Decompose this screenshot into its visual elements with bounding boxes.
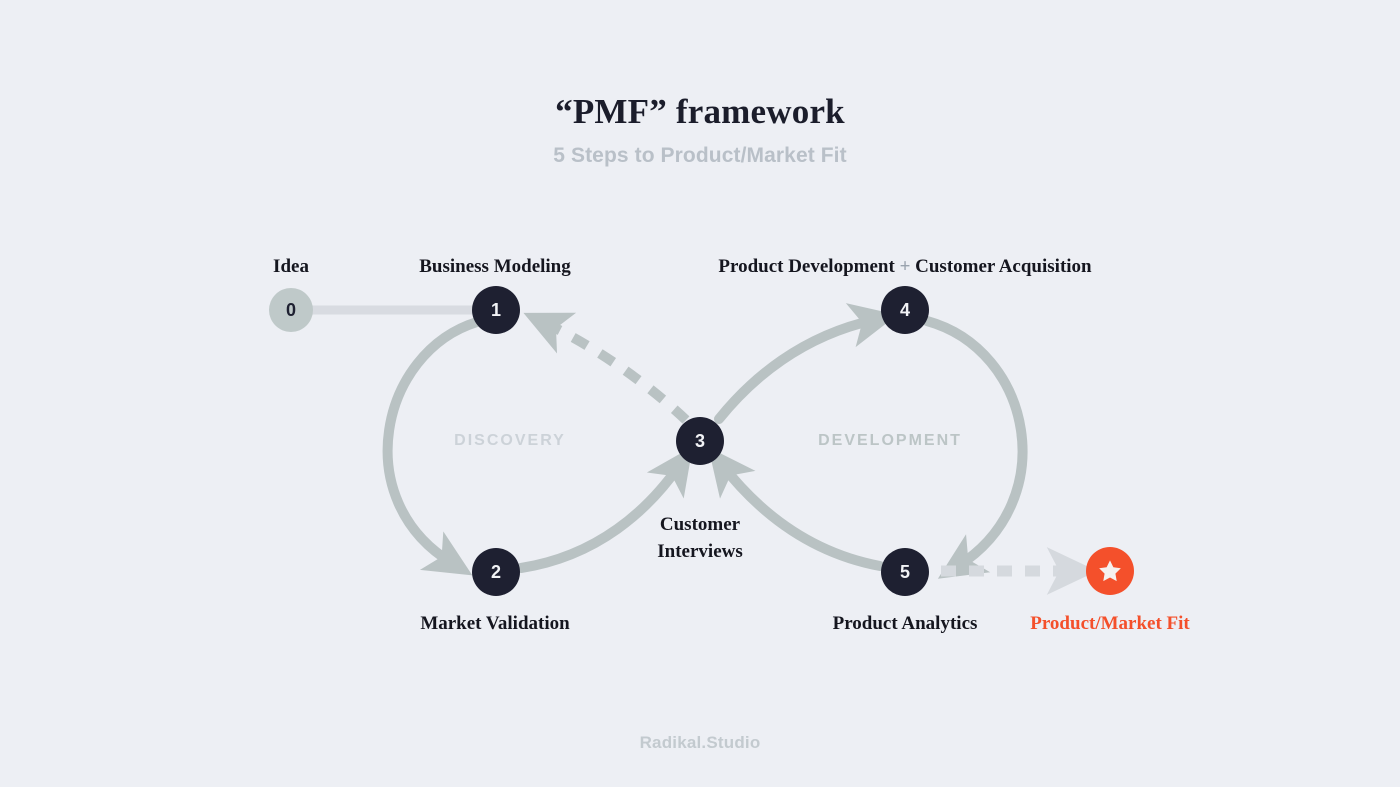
connector-layer [310,303,1098,595]
connector-2-to-3 [516,446,693,573]
node-step-5[interactable]: 5 [881,548,929,596]
node-step-1[interactable]: 1 [472,286,520,334]
label-customer-interviews: Customer Interviews [657,511,742,565]
label-market-validation: Market Validation [420,613,570,634]
label-idea: Idea [273,256,309,277]
node-pmf-star[interactable] [1086,547,1134,595]
label-business-modeling: Business Modeling [419,256,571,277]
node-step-4[interactable]: 4 [881,286,929,334]
footer-brand: Radikal.Studio [639,733,761,752]
label-product-market-fit: Product/Market Fit [1030,613,1190,634]
node-step-2-number: 2 [490,561,501,582]
node-step-5-number: 5 [899,561,910,582]
node-step-3-number: 3 [694,430,705,451]
label-plus: + [899,256,911,277]
node-step-4-number: 4 [899,299,910,320]
node-idea-number: 0 [285,299,296,320]
connector-3-to-4 [714,303,898,424]
label-product-development-part2: Customer Acquisition [915,256,1092,277]
connector-3-to-1 [523,312,690,424]
phase-label-discovery: DISCOVERY [454,432,566,449]
node-idea[interactable]: 0 [269,288,313,332]
label-customer-interviews-line1: Customer [659,514,741,535]
node-step-3[interactable]: 3 [676,417,724,465]
node-step-1-number: 1 [490,299,501,320]
label-product-development-part1: Product Development [718,256,895,277]
label-product-development: Product Development + Customer Acquisiti… [718,254,1091,279]
star-icon [1099,560,1121,582]
node-step-2[interactable]: 2 [472,548,520,596]
diagram-canvas: “PMF” framework 5 Steps to Product/Marke… [0,0,1400,787]
label-customer-interviews-line2: Interviews [657,541,743,562]
label-product-analytics: Product Analytics [832,613,978,634]
phase-label-development: DEVELOPMENT [818,432,962,449]
connector-5-to-3 [708,447,885,571]
